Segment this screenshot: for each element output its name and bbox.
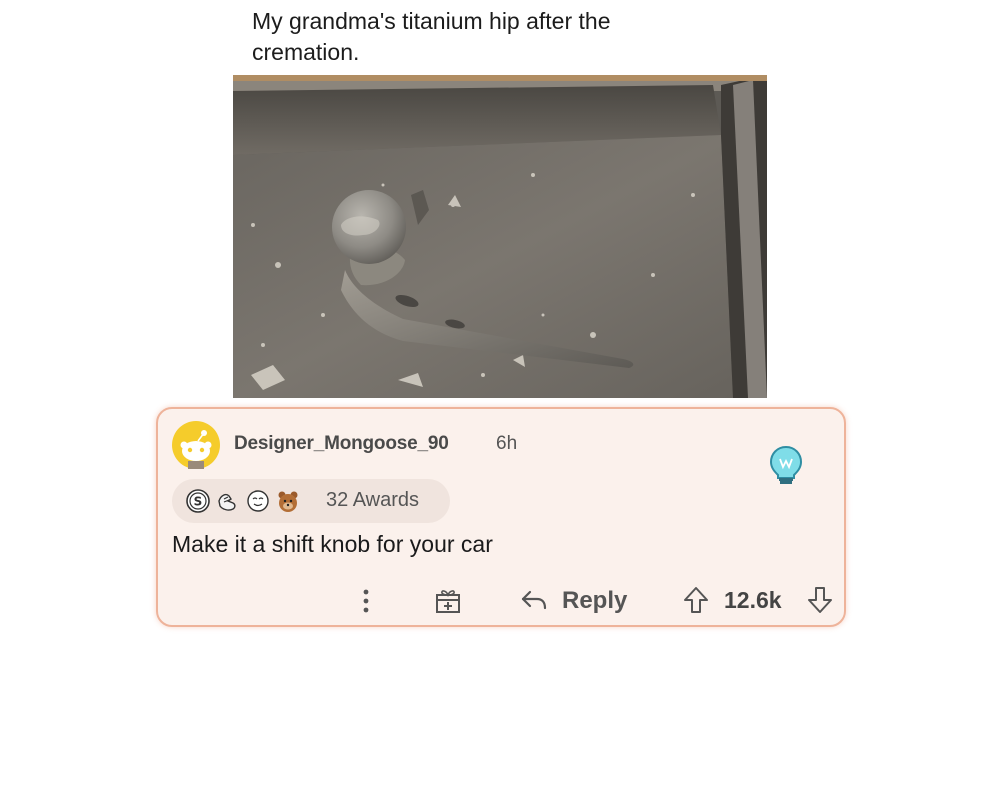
reply-arrow-icon: [521, 590, 547, 610]
downvote-arrow-icon[interactable]: [806, 585, 834, 615]
snoo-avatar-icon[interactable]: [172, 421, 220, 469]
awards-pill[interactable]: S 32 Awards: [172, 479, 450, 523]
comment-timestamp: 6h: [496, 433, 518, 454]
comment-body: Make it a shift knob for your car: [172, 531, 493, 557]
gift-icon[interactable]: [434, 587, 462, 615]
reply-label: Reply: [562, 587, 628, 614]
face-award-icon: [247, 490, 269, 512]
vote-count: 12.6k: [724, 587, 782, 613]
hands-award-icon: [218, 493, 236, 511]
post-image: [233, 75, 767, 398]
comment-card: Designer_Mongoose_90 6h S 32 Awards Make…: [156, 407, 846, 627]
post-title: My grandma's titanium hip after the crem…: [252, 8, 611, 65]
lightbulb-icon[interactable]: [768, 445, 804, 485]
comment-username[interactable]: Designer_Mongoose_90: [234, 433, 449, 455]
awards-count: 32 Awards: [326, 489, 420, 511]
svg-text:S: S: [194, 495, 203, 509]
upvote-arrow-icon[interactable]: [682, 585, 710, 615]
more-options-icon[interactable]: [356, 586, 376, 616]
silver-award-icon: S: [186, 489, 210, 513]
reply-button[interactable]: Reply: [520, 583, 632, 619]
bear-award-icon: [278, 491, 298, 512]
